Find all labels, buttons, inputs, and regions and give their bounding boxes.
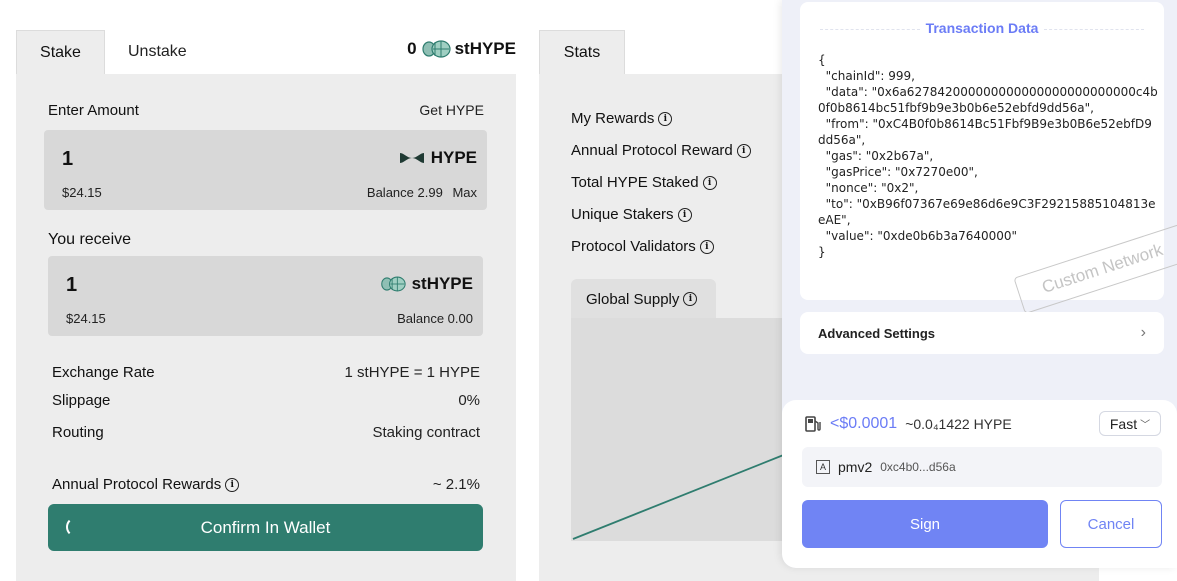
info-icon[interactable]: i bbox=[683, 292, 698, 306]
stat-label: Annual Protocol Reward bbox=[571, 142, 733, 159]
stake-form: Enter Amount Get HYPE 1 HYPE $24.15 Bala… bbox=[16, 74, 516, 581]
output-token: stHYPE bbox=[380, 274, 473, 294]
exchange-rate-value: 1 stHYPE = 1 HYPE bbox=[344, 364, 480, 381]
stat-label: My Rewards bbox=[571, 110, 655, 127]
tab-unstake[interactable]: Unstake bbox=[128, 43, 187, 61]
tab-global-supply[interactable]: Global Supply i bbox=[571, 279, 716, 319]
chevron-down-icon: ﹀ bbox=[1140, 420, 1151, 431]
sthype-logo-icon bbox=[421, 40, 451, 58]
you-receive-label: You receive bbox=[48, 231, 132, 248]
enter-amount-label: Enter Amount bbox=[48, 102, 139, 119]
hype-logo-icon bbox=[399, 153, 424, 163]
stat-unique-stakers: Unique Stakers i bbox=[571, 206, 692, 223]
account-address: 0xc4b0...d56a bbox=[880, 460, 956, 474]
stat-total-hype-staked: Total HYPE Staked i bbox=[571, 174, 717, 191]
loading-spinner-icon bbox=[66, 517, 86, 537]
fee-card: <$0.0001 ~0.0₄1422 HYPE Fast ﹀ A pmv2 0x… bbox=[782, 400, 1177, 568]
header-balance-token: stHYPE bbox=[454, 39, 516, 58]
account-badge-icon: A bbox=[816, 460, 830, 474]
input-token-symbol: HYPE bbox=[430, 148, 477, 167]
output-token-symbol: stHYPE bbox=[411, 274, 473, 293]
stat-label: Unique Stakers bbox=[571, 206, 674, 223]
stake-panel: Stake Unstake 0 stHYPE Enter Amount Get … bbox=[16, 30, 516, 581]
gas-speed-value: Fast bbox=[1109, 415, 1138, 432]
stat-protocol-validators: Protocol Validators i bbox=[571, 238, 714, 255]
info-icon[interactable]: i bbox=[702, 175, 717, 190]
sign-button[interactable]: Sign bbox=[802, 500, 1048, 548]
gas-fee-row: <$0.0001 ~0.0₄1422 HYPE bbox=[804, 415, 1012, 433]
slippage-label: Slippage bbox=[52, 392, 111, 409]
tab-stake[interactable]: Stake bbox=[16, 30, 105, 75]
routing-value: Staking contract bbox=[372, 424, 480, 441]
header-sthype-balance: 0 stHYPE bbox=[407, 39, 516, 59]
tab-stats[interactable]: Stats bbox=[539, 30, 625, 75]
confirm-button-label: Confirm In Wallet bbox=[200, 517, 331, 537]
stat-label: Total HYPE Staked bbox=[571, 174, 699, 191]
fee-hype: ~0.0₄1422 HYPE bbox=[905, 416, 1012, 432]
output-balance: Balance 0.00 bbox=[397, 311, 473, 326]
info-icon[interactable]: i bbox=[699, 239, 714, 254]
account-name: pmv2 bbox=[838, 459, 873, 475]
annual-rewards-value: ~ 2.1% bbox=[432, 476, 480, 493]
receive-amount-value: 1 bbox=[66, 274, 78, 296]
stake-tabs: Stake Unstake 0 stHYPE bbox=[16, 30, 516, 75]
annual-rewards-row: Annual Protocol Rewards i bbox=[52, 476, 240, 493]
stat-my-rewards: My Rewards i bbox=[571, 110, 673, 127]
transaction-json: { "chainId": 999, "data": "0x6a627842000… bbox=[818, 53, 1158, 259]
gas-speed-select[interactable]: Fast ﹀ bbox=[1099, 411, 1161, 436]
cancel-button[interactable]: Cancel bbox=[1060, 500, 1162, 548]
info-icon[interactable]: i bbox=[736, 143, 751, 158]
gas-pump-icon bbox=[805, 416, 821, 432]
stake-amount-value[interactable]: 1 bbox=[62, 148, 73, 171]
input-usd-value: $24.15 bbox=[62, 185, 102, 200]
chevron-right-icon: › bbox=[1140, 324, 1146, 341]
wallet-popup: Transaction Data { "chainId": 999, "data… bbox=[782, 0, 1177, 568]
header-balance-amount: 0 bbox=[407, 39, 417, 58]
routing-label: Routing bbox=[52, 424, 104, 441]
input-balance: Balance 2.99 Max bbox=[367, 185, 477, 200]
stat-annual-protocol-reward: Annual Protocol Reward i bbox=[571, 142, 751, 159]
account-row: A pmv2 0xc4b0...d56a bbox=[802, 447, 1162, 487]
max-button[interactable]: Max bbox=[452, 185, 477, 200]
stake-amount-input[interactable]: 1 HYPE $24.15 Balance 2.99 Max bbox=[44, 130, 487, 210]
info-icon[interactable]: i bbox=[225, 477, 240, 492]
input-balance-text: Balance 2.99 bbox=[366, 185, 443, 200]
slippage-value: 0% bbox=[458, 392, 480, 409]
transaction-data-card: Transaction Data { "chainId": 999, "data… bbox=[800, 2, 1177, 315]
input-token: HYPE bbox=[399, 148, 477, 168]
transaction-data-title: Transaction Data bbox=[925, 20, 1039, 36]
confirm-in-wallet-button[interactable]: Confirm In Wallet bbox=[48, 504, 483, 551]
info-icon[interactable]: i bbox=[658, 111, 673, 126]
exchange-rate-label: Exchange Rate bbox=[52, 364, 155, 381]
sthype-logo-icon bbox=[380, 276, 406, 292]
supply-tab-label: Global Supply bbox=[586, 290, 680, 308]
get-hype-link[interactable]: Get HYPE bbox=[419, 102, 484, 118]
advanced-settings-label: Advanced Settings bbox=[818, 325, 936, 341]
receive-amount-box: 1 stHYPE $24.15 Balance 0.00 bbox=[48, 256, 483, 336]
fee-usd: <$0.0001 bbox=[830, 415, 898, 432]
output-usd-value: $24.15 bbox=[66, 311, 106, 326]
annual-rewards-label: Annual Protocol Rewards bbox=[52, 476, 222, 493]
info-icon[interactable]: i bbox=[677, 207, 692, 222]
advanced-settings-button[interactable]: Advanced Settings › bbox=[800, 312, 1164, 354]
stat-label: Protocol Validators bbox=[571, 238, 696, 255]
